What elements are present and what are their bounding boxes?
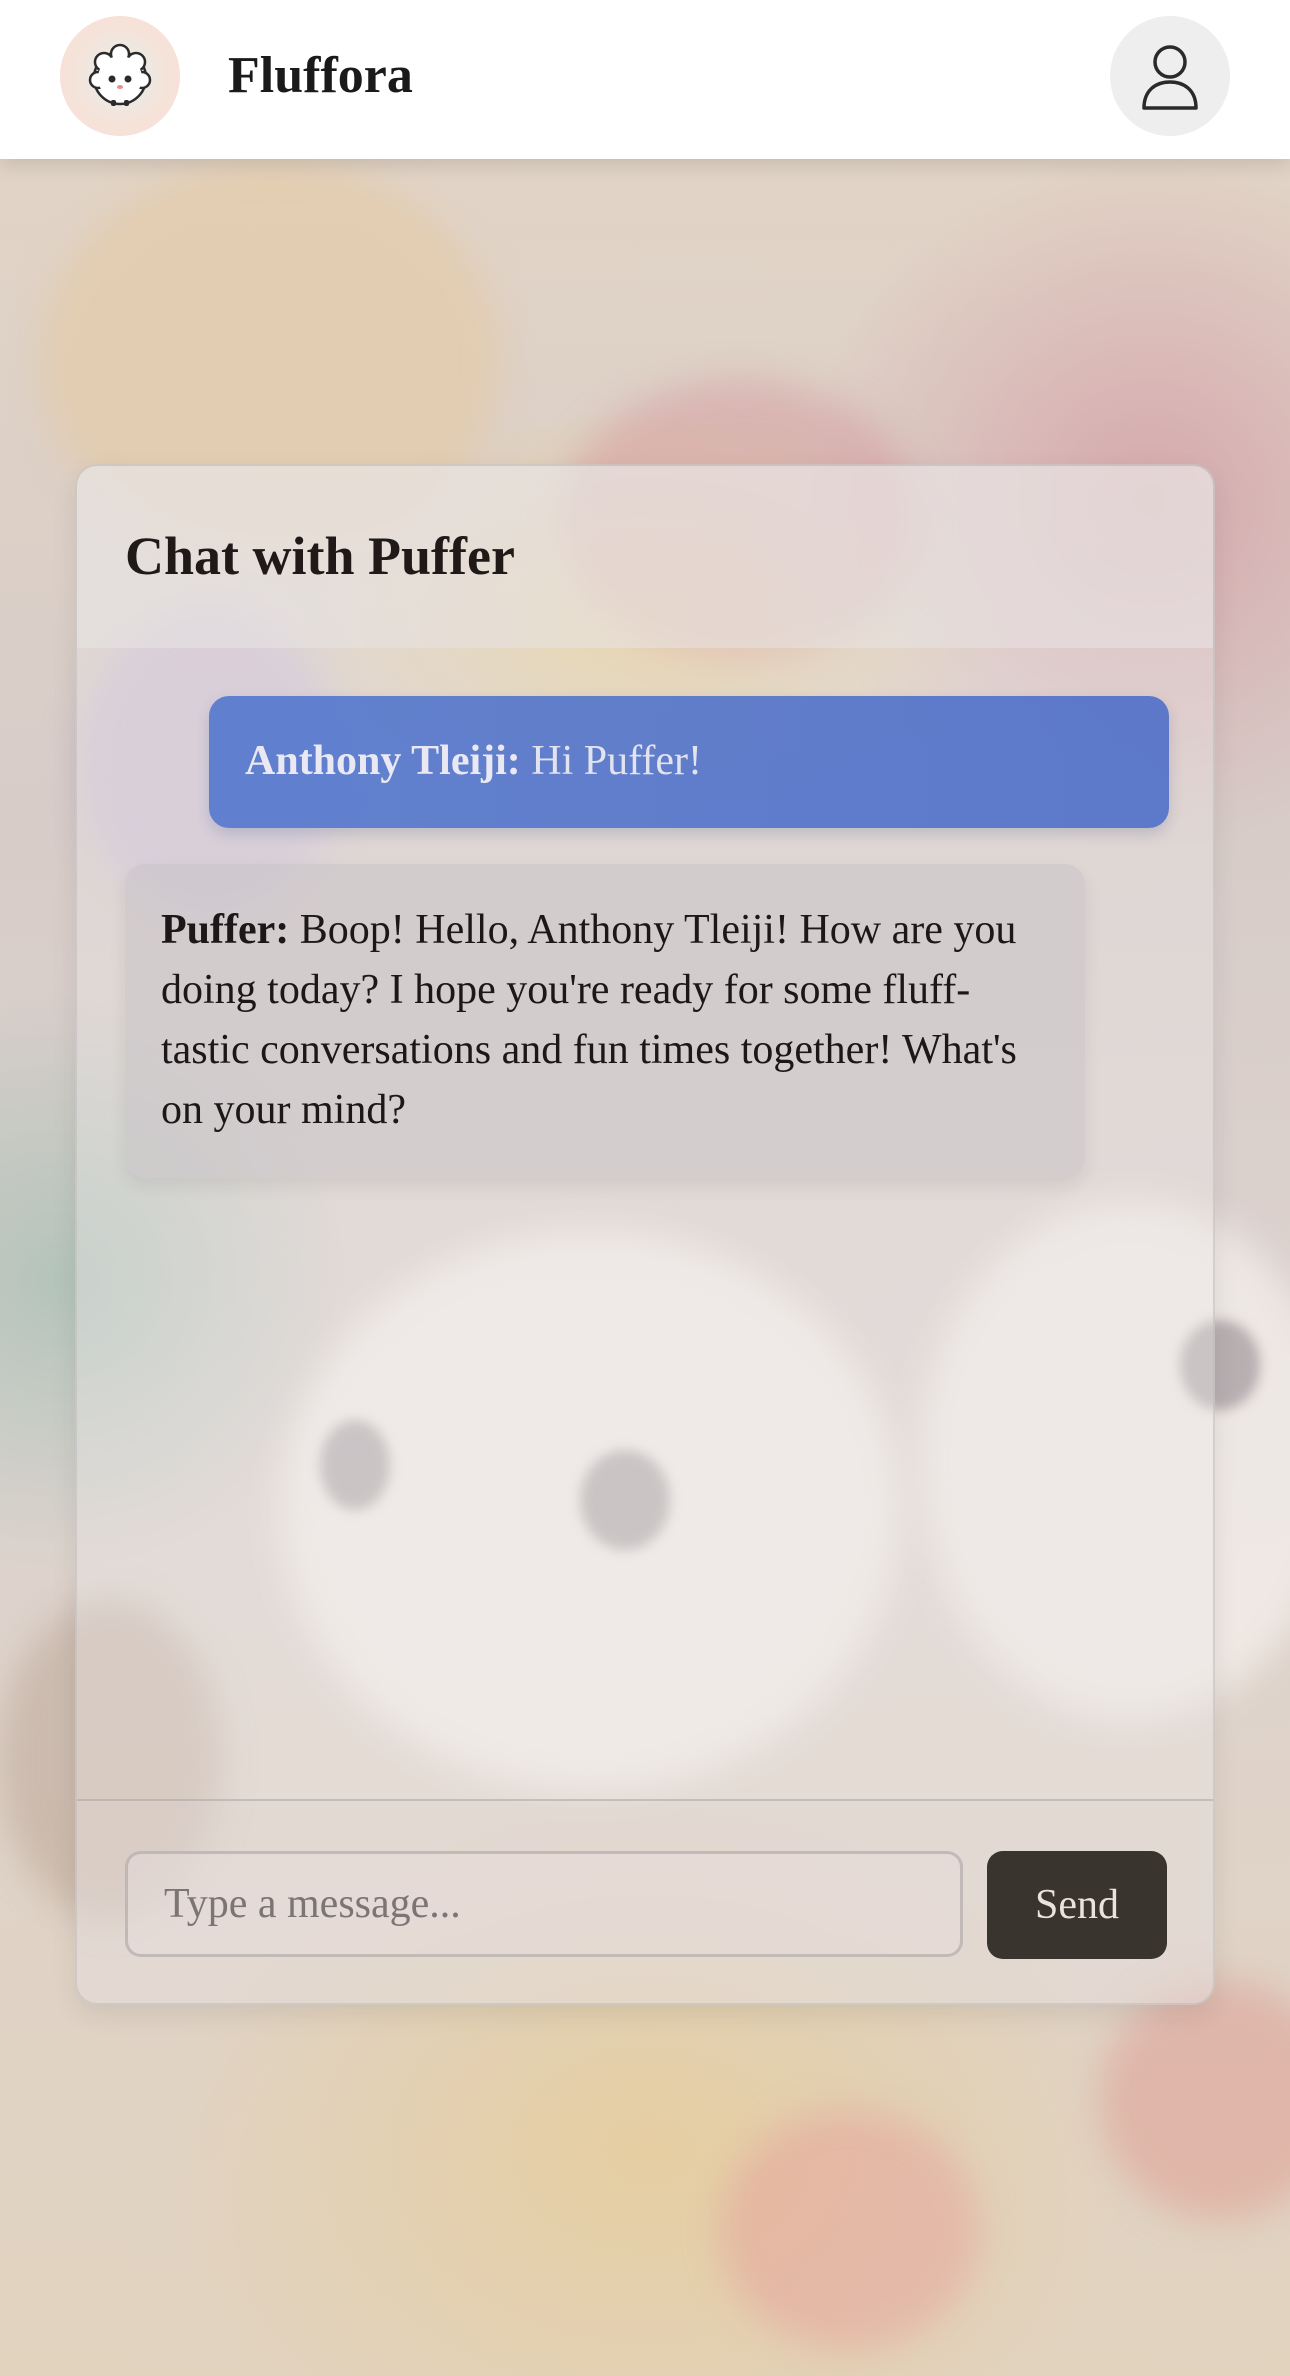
message-sender: Puffer:	[161, 907, 290, 953]
top-app-bar: Fluffora	[0, 0, 1290, 159]
chat-title: Chat with Puffer	[125, 526, 515, 586]
fluffy-creature-logo-icon[interactable]	[60, 16, 180, 136]
chat-panel: Chat with Puffer Anthony Tleiji: Hi Puff…	[75, 464, 1215, 2005]
message-input[interactable]	[125, 1851, 963, 1957]
user-profile-icon	[1142, 45, 1198, 110]
app-title: Fluffora	[228, 47, 413, 104]
message-text: Boop! Hello, Anthony Tleiji! How are you…	[161, 907, 1017, 1133]
message-sender: Anthony Tleiji:	[245, 738, 521, 784]
bot-message-bubble: Puffer: Boop! Hello, Anthony Tleiji! How…	[125, 864, 1085, 1178]
message-text: Hi Puffer!	[520, 738, 702, 784]
send-button[interactable]: Send	[987, 1851, 1167, 1959]
message-composer: Send	[77, 1799, 1213, 2003]
chat-header: Chat with Puffer	[77, 466, 1213, 648]
user-profile-button[interactable]	[1110, 16, 1230, 136]
user-message-bubble: Anthony Tleiji: Hi Puffer!	[209, 696, 1169, 828]
